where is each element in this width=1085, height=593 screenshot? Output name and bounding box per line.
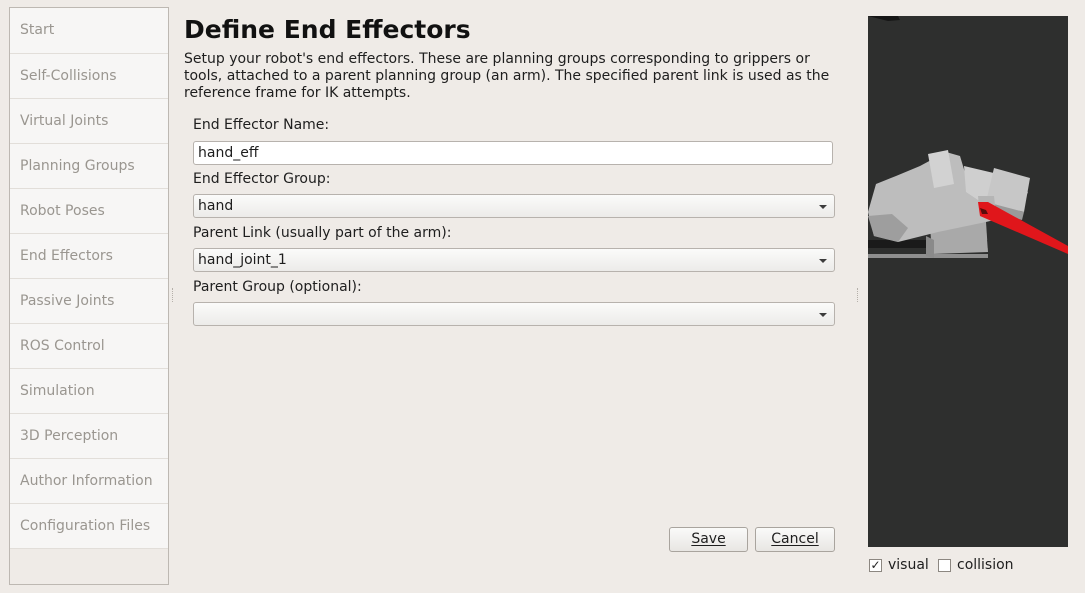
sidebar-item-end-effectors[interactable]: End Effectors xyxy=(10,234,168,279)
sidebar-item-simulation[interactable]: Simulation xyxy=(10,369,168,414)
save-button[interactable]: Save xyxy=(669,527,748,552)
parent-group-label: Parent Group (optional): xyxy=(193,279,362,295)
sidebar-item-self-collisions[interactable]: Self-Collisions xyxy=(10,54,168,99)
parent-group-select[interactable] xyxy=(193,302,835,326)
parent-link-value: hand_joint_1 xyxy=(198,252,287,268)
cancel-button[interactable]: Cancel xyxy=(755,527,835,552)
robot-3d-viewport[interactable] xyxy=(868,16,1068,547)
end-effector-group-select[interactable]: hand xyxy=(193,194,835,218)
visual-label: visual xyxy=(888,557,929,573)
page-description: Setup your robot's end effectors. These … xyxy=(184,51,830,101)
right-splitter-handle[interactable] xyxy=(857,288,860,302)
sidebar-item-ros-control[interactable]: ROS Control xyxy=(10,324,168,369)
sidebar-item-start[interactable]: Start xyxy=(10,8,168,54)
robot-model-render xyxy=(868,16,1068,258)
sidebar-item-author-information[interactable]: Author Information xyxy=(10,459,168,504)
end-effector-group-value: hand xyxy=(198,198,234,214)
model-fragment xyxy=(868,16,900,21)
sidebar-item-planning-groups[interactable]: Planning Groups xyxy=(10,144,168,189)
sidebar-nav: Start Self-Collisions Virtual Joints Pla… xyxy=(9,7,169,585)
visual-checkbox[interactable]: ✓ xyxy=(869,558,882,572)
collision-label: collision xyxy=(957,557,1014,573)
parent-link-select[interactable]: hand_joint_1 xyxy=(193,248,835,272)
parent-link-label: Parent Link (usually part of the arm): xyxy=(193,225,452,241)
left-splitter-handle[interactable] xyxy=(172,288,175,302)
page-title: Define End Effectors xyxy=(184,15,471,44)
sidebar-item-robot-poses[interactable]: Robot Poses xyxy=(10,189,168,234)
sidebar-item-virtual-joints[interactable]: Virtual Joints xyxy=(10,99,168,144)
collision-checkbox[interactable] xyxy=(938,558,951,572)
chevron-down-icon xyxy=(819,313,827,317)
end-effector-name-label: End Effector Name: xyxy=(193,117,330,133)
chevron-down-icon xyxy=(819,259,827,263)
end-effector-name-input[interactable] xyxy=(193,141,833,165)
sidebar-item-configuration-files[interactable]: Configuration Files xyxy=(10,504,168,549)
collision-toggle[interactable]: collision xyxy=(938,557,1014,573)
sidebar-item-passive-joints[interactable]: Passive Joints xyxy=(10,279,168,324)
sidebar-item-3d-perception[interactable]: 3D Perception xyxy=(10,414,168,459)
end-effector-group-label: End Effector Group: xyxy=(193,171,331,187)
chevron-down-icon xyxy=(819,205,827,209)
visual-toggle[interactable]: ✓ visual xyxy=(869,557,929,573)
